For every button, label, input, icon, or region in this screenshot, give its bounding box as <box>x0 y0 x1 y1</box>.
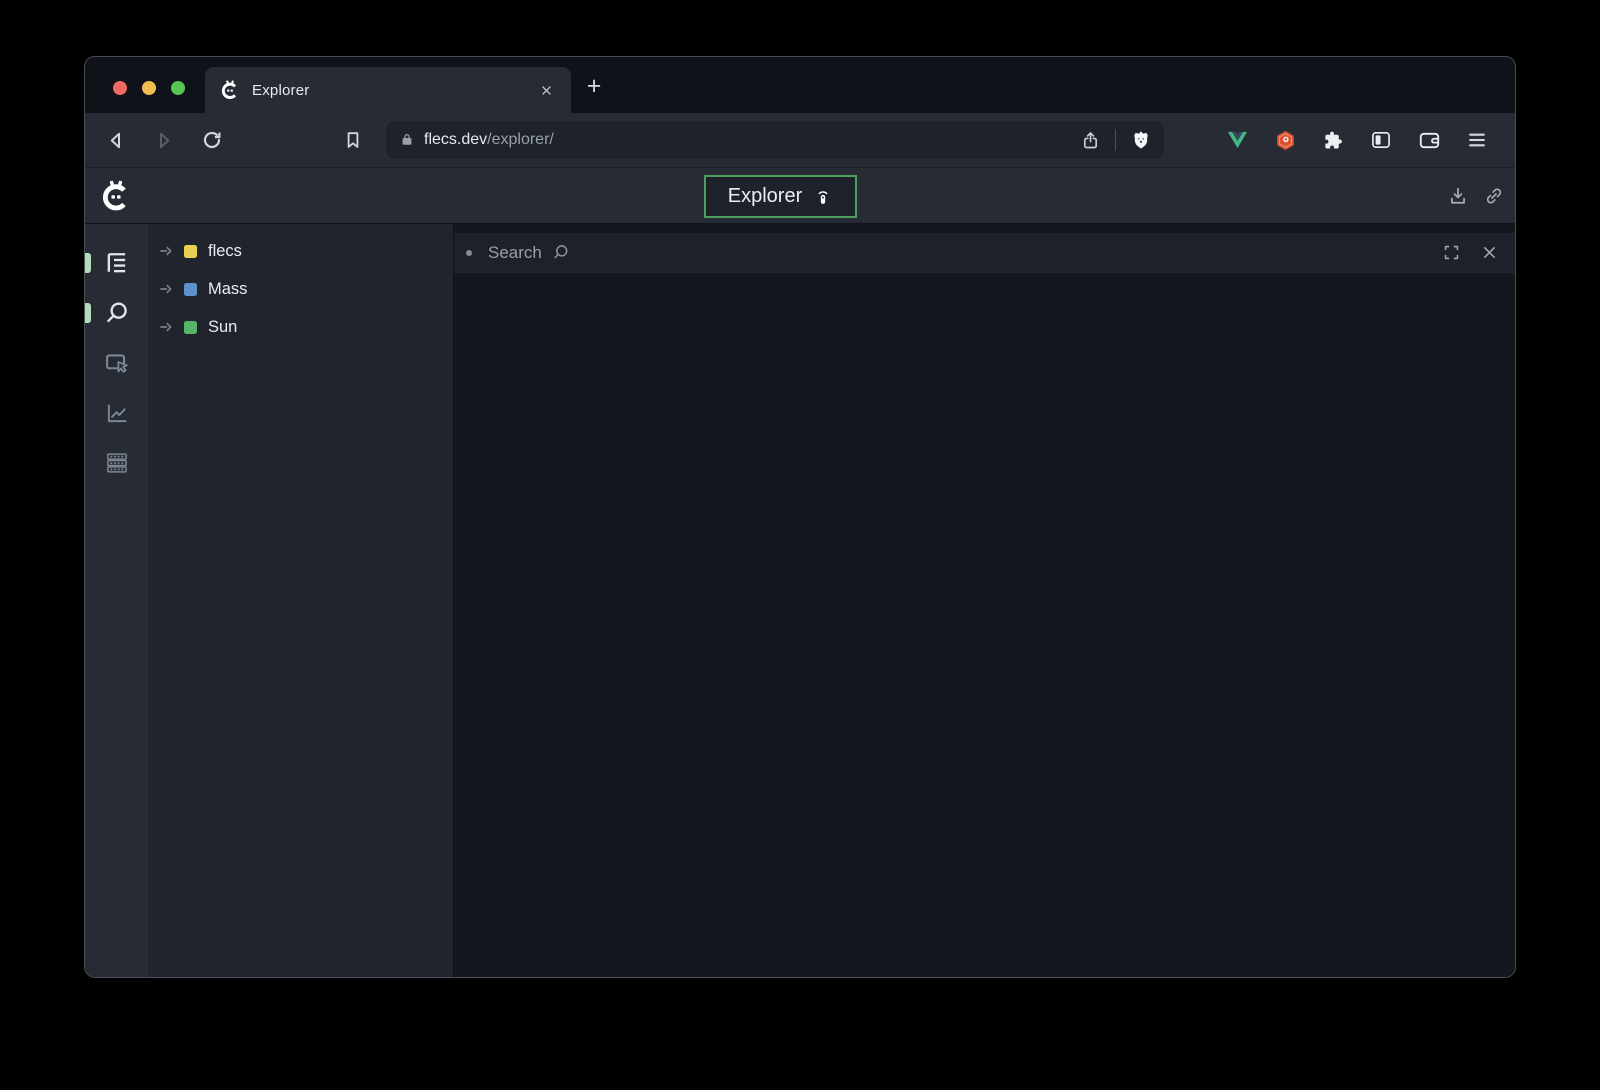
main-panel: Search <box>453 224 1515 977</box>
app-body: flecs Mass Sun <box>85 224 1515 977</box>
remote-connection-icon <box>813 187 833 207</box>
back-icon[interactable] <box>103 127 129 153</box>
bookmark-icon[interactable] <box>340 127 366 153</box>
inspector-icon[interactable] <box>102 348 132 378</box>
entity-color-swatch <box>184 283 197 296</box>
extensions-row <box>1225 128 1489 152</box>
expand-arrow-icon[interactable] <box>159 243 175 259</box>
zoom-window-button[interactable] <box>171 81 185 95</box>
share-icon[interactable] <box>1077 127 1103 153</box>
query-results-area <box>454 273 1515 977</box>
expand-arrow-icon[interactable] <box>159 319 175 335</box>
menu-icon[interactable] <box>1465 128 1489 152</box>
sidebar-toggle-icon[interactable] <box>1369 128 1393 152</box>
search-icon[interactable] <box>102 298 132 328</box>
hexagon-extension-icon[interactable] <box>1273 128 1297 152</box>
icon-sidebar <box>85 224 148 977</box>
app-title-box[interactable]: Explorer <box>704 175 857 218</box>
wallet-icon[interactable] <box>1417 128 1441 152</box>
tree-item[interactable]: Mass <box>148 270 453 308</box>
tree-item-label: Sun <box>208 318 237 337</box>
app-title: Explorer <box>728 185 802 208</box>
entity-color-swatch <box>184 245 197 258</box>
reload-icon[interactable] <box>199 127 225 153</box>
lock-icon <box>399 132 415 148</box>
active-panel-pill <box>85 303 91 323</box>
active-panel-pill <box>85 253 91 273</box>
download-icon[interactable] <box>1447 185 1469 207</box>
link-icon[interactable] <box>1483 185 1505 207</box>
tree-item-label: Mass <box>208 280 247 299</box>
flecs-logo-icon[interactable] <box>100 180 132 212</box>
close-window-button[interactable] <box>113 81 127 95</box>
tree-outline-icon[interactable] <box>102 248 132 278</box>
address-bar[interactable]: flecs.dev/explorer/ <box>386 121 1164 159</box>
url-path: /explorer/ <box>487 131 554 149</box>
tree-item[interactable]: flecs <box>148 232 453 270</box>
window-controls <box>113 81 185 95</box>
tab-close-icon[interactable] <box>536 80 556 100</box>
chart-icon[interactable] <box>102 398 132 428</box>
expand-arrow-icon[interactable] <box>159 281 175 297</box>
tab-title: Explorer <box>252 82 309 99</box>
magnifier-icon <box>551 243 570 262</box>
tab-explorer[interactable]: Explorer <box>205 67 571 113</box>
entity-color-swatch <box>184 321 197 334</box>
fullscreen-icon[interactable] <box>1441 243 1461 263</box>
search-panel-header[interactable]: Search <box>454 233 1515 273</box>
panel-bullet-icon <box>466 250 472 256</box>
tab-strip: Explorer + <box>85 57 1515 113</box>
brave-shield-icon[interactable] <box>1128 127 1154 153</box>
browser-window: Explorer + <box>84 56 1516 978</box>
tree-item-label: flecs <box>208 242 242 261</box>
extensions-puzzle-icon[interactable] <box>1321 128 1345 152</box>
minimize-window-button[interactable] <box>142 81 156 95</box>
new-tab-button[interactable]: + <box>579 71 609 101</box>
forward-icon[interactable] <box>151 127 177 153</box>
app-header: Explorer <box>85 167 1515 224</box>
close-icon[interactable] <box>1479 243 1499 263</box>
vue-devtools-icon[interactable] <box>1225 128 1249 152</box>
entity-tree: flecs Mass Sun <box>148 224 453 977</box>
search-panel-title: Search <box>488 243 542 263</box>
browser-toolbar: flecs.dev/explorer/ <box>85 113 1515 167</box>
tree-item[interactable]: Sun <box>148 308 453 346</box>
url-host: flecs.dev <box>424 131 487 149</box>
stats-icon[interactable] <box>102 448 132 478</box>
flecs-favicon-icon <box>220 80 240 100</box>
